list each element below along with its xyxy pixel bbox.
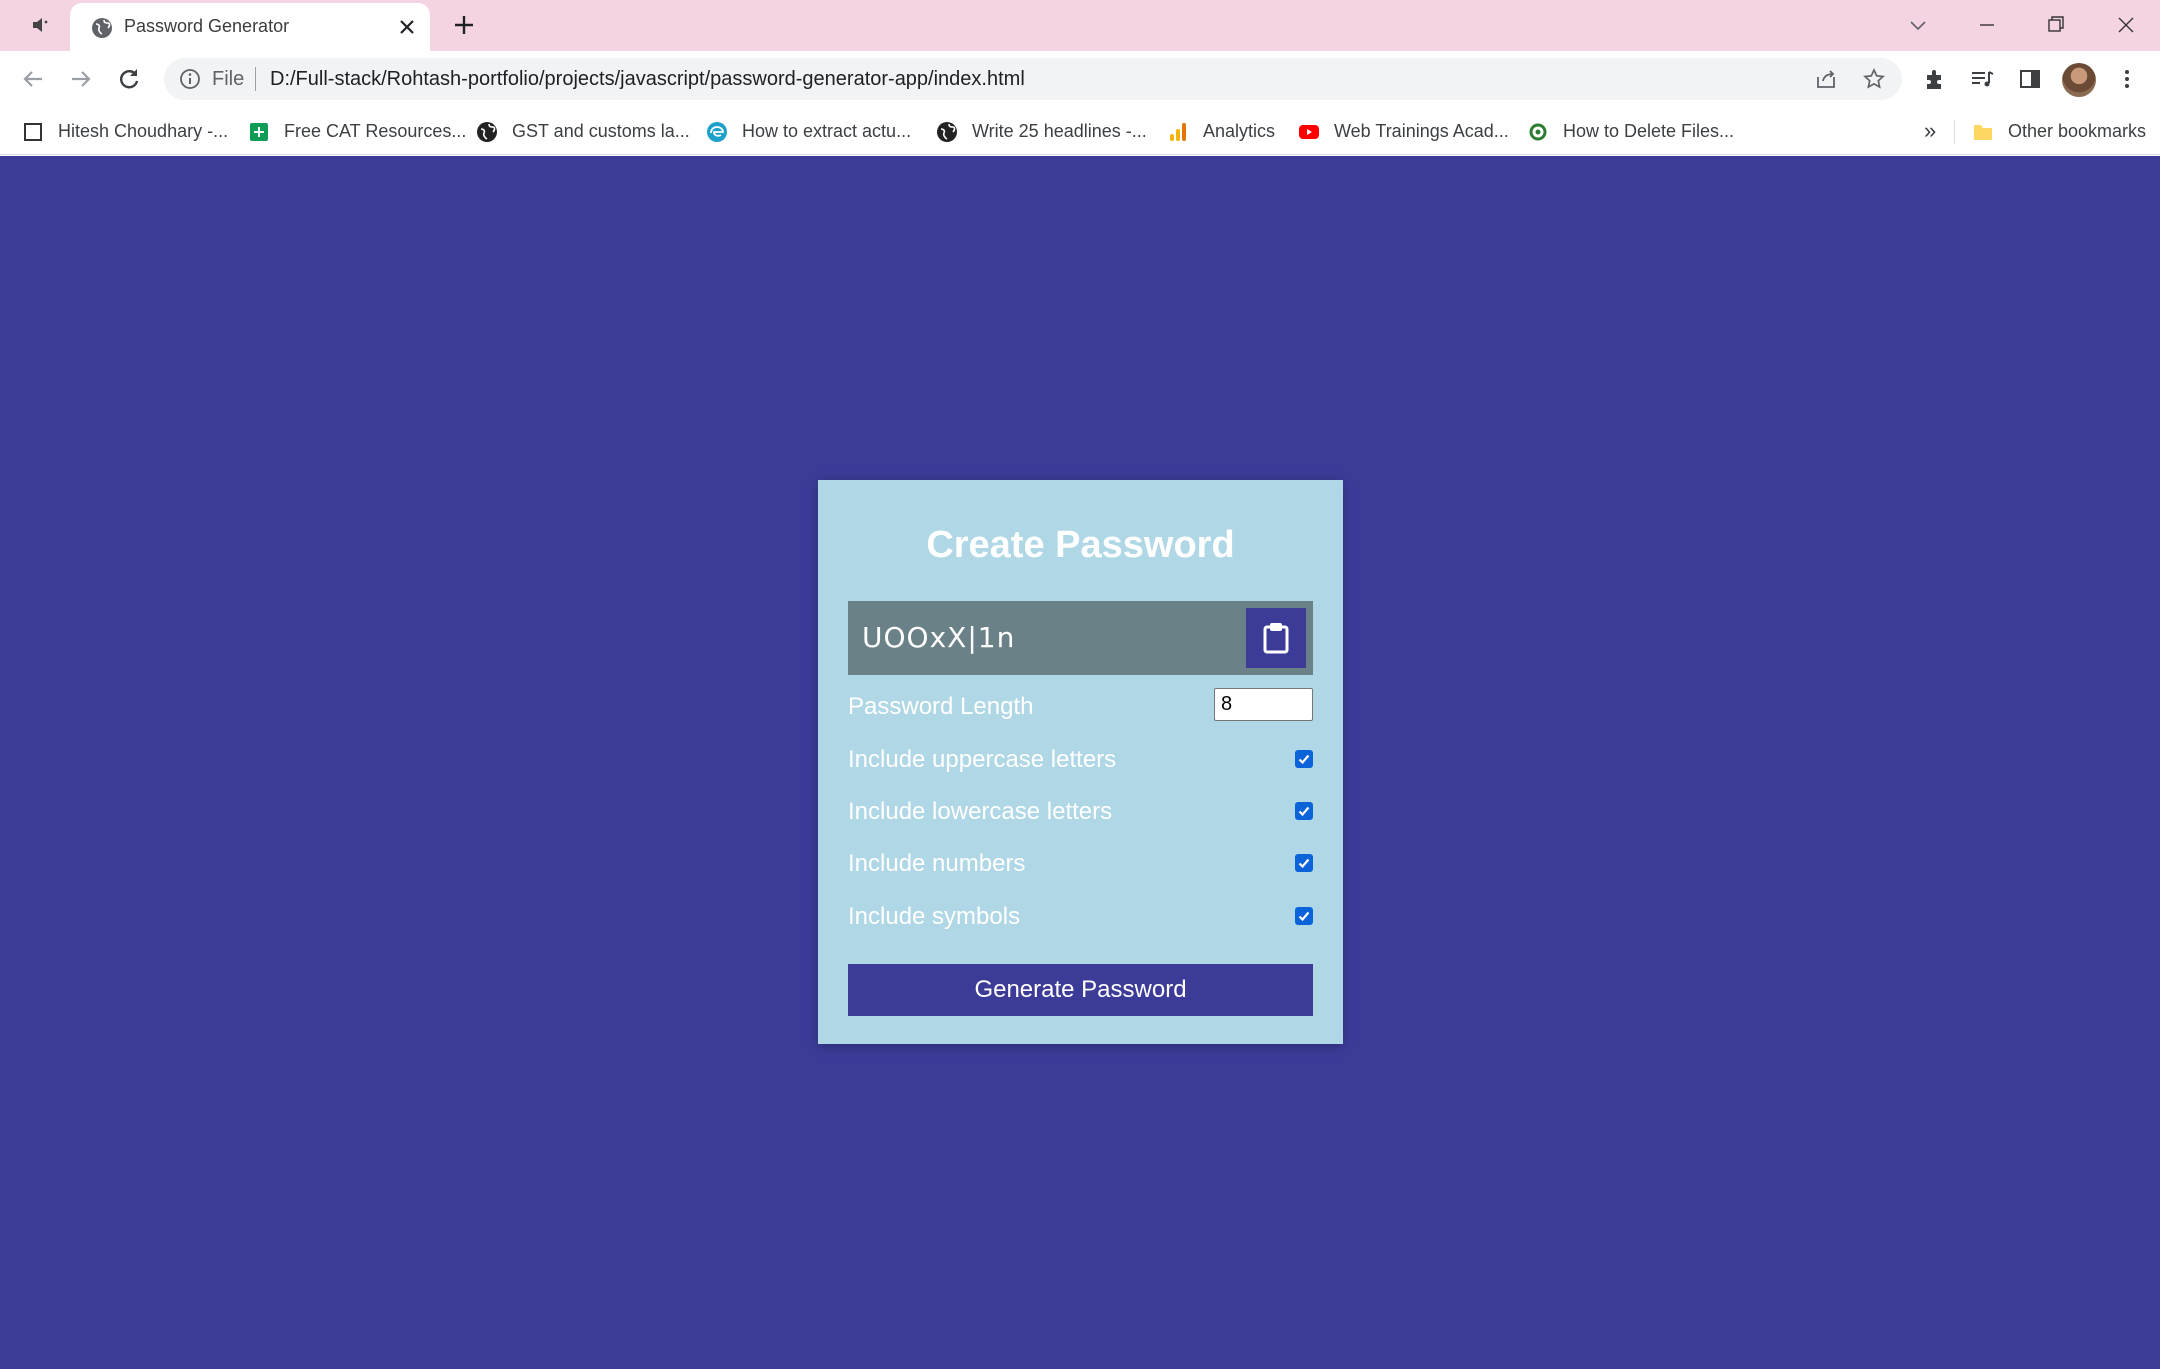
share-icon[interactable]	[1814, 67, 1838, 91]
generate-password-button[interactable]: Generate Password	[848, 964, 1313, 1016]
url-text[interactable]: D:/Full-stack/Rohtash-portfolio/projects…	[270, 68, 1025, 91]
page-viewport: Create Password UOOxX|1n Password Length…	[0, 156, 2160, 1369]
site-info-icon[interactable]	[178, 67, 202, 91]
extensions-puzzle-icon[interactable]	[1920, 64, 1950, 94]
bookmark-item[interactable]: Write 25 headlines -...	[936, 108, 1147, 155]
bookmark-label: Web Trainings Acad...	[1334, 121, 1509, 141]
browser-toolbar: File D:/Full-stack/Rohtash-portfolio/pro…	[0, 51, 2160, 108]
other-bookmarks[interactable]: Other bookmarks	[1972, 108, 2146, 155]
uppercase-checkbox[interactable]	[1295, 750, 1313, 768]
media-playlist-icon[interactable]	[1967, 64, 1997, 94]
back-arrow-icon[interactable]	[17, 63, 49, 95]
minimize-icon[interactable]	[1972, 10, 2002, 40]
clipboard-icon	[1263, 623, 1289, 654]
bookmark-item[interactable]: Free CAT Resources...	[248, 108, 466, 155]
generated-password[interactable]: UOOxX|1n	[862, 621, 1015, 654]
bookmark-label: Write 25 headlines -...	[972, 121, 1147, 141]
scheme-divider	[255, 67, 256, 91]
forward-arrow-icon[interactable]	[65, 63, 97, 95]
symbols-label: Include symbols	[848, 903, 1021, 930]
close-tab-icon[interactable]	[396, 16, 418, 38]
bookmark-item[interactable]: How to Delete Files...	[1527, 108, 1734, 155]
tab-strip: Password Generator	[0, 0, 2160, 51]
bookmark-label: Hitesh Choudhary -...	[58, 121, 229, 141]
bookmark-label: Free CAT Resources...	[284, 121, 467, 141]
password-length-input[interactable]	[1214, 688, 1313, 721]
tab-title: Password Generator	[124, 16, 290, 36]
copy-to-clipboard-button[interactable]	[1246, 608, 1306, 668]
numbers-label: Include numbers	[848, 850, 1026, 877]
youtube-icon	[1298, 121, 1320, 143]
globe-icon	[476, 121, 498, 143]
edge-icon	[706, 121, 728, 143]
password-length-label: Password Length	[848, 693, 1034, 720]
address-bar[interactable]: File D:/Full-stack/Rohtash-portfolio/pro…	[164, 58, 1902, 100]
numbers-checkbox[interactable]	[1295, 854, 1313, 872]
mute-audio-icon[interactable]	[30, 14, 56, 36]
page-icon	[22, 121, 44, 143]
bookmark-item[interactable]: Analytics	[1167, 108, 1275, 155]
setting-symbols: Include symbols	[848, 896, 1313, 936]
active-tab[interactable]: Password Generator	[70, 3, 430, 51]
bookmark-item[interactable]: Hitesh Choudhary -...	[22, 108, 228, 155]
green-circle-icon	[1527, 121, 1549, 143]
page-title: Create Password	[926, 524, 1235, 566]
bookmark-label: How to Delete Files...	[1563, 121, 1735, 141]
bookmark-label: Analytics	[1203, 121, 1276, 141]
globe-icon	[936, 121, 958, 143]
bookmark-star-icon[interactable]	[1862, 67, 1886, 91]
reload-icon[interactable]	[113, 63, 145, 95]
lowercase-checkbox[interactable]	[1295, 802, 1313, 820]
folder-icon	[1972, 121, 1994, 143]
uppercase-label: Include uppercase letters	[848, 746, 1117, 773]
bookmarks-bar: Hitesh Choudhary -... Free CAT Resources…	[0, 108, 2160, 155]
bookmark-item[interactable]: Web Trainings Acad...	[1298, 108, 1509, 155]
side-panel-icon[interactable]	[2015, 64, 2045, 94]
bookmark-label: How to extract actu...	[742, 121, 912, 141]
bookmark-label: GST and customs la...	[512, 121, 690, 141]
profile-avatar[interactable]	[2062, 63, 2096, 97]
bookmarks-divider	[1954, 120, 1955, 144]
bookmarks-overflow-button[interactable]: »	[1924, 118, 1936, 144]
bookmark-item[interactable]: How to extract actu...	[706, 108, 911, 155]
close-window-icon[interactable]	[2111, 10, 2141, 40]
restore-icon[interactable]	[2041, 10, 2071, 40]
new-tab-icon[interactable]	[452, 12, 476, 38]
setting-uppercase: Include uppercase letters	[848, 739, 1313, 779]
password-result-box: UOOxX|1n	[848, 601, 1313, 675]
other-bookmarks-label: Other bookmarks	[2008, 121, 2147, 141]
bookmark-item[interactable]: GST and customs la...	[476, 108, 690, 155]
scheme-label: File	[212, 68, 245, 90]
analytics-icon	[1167, 121, 1189, 143]
more-menu-icon[interactable]	[2112, 64, 2142, 94]
lowercase-label: Include lowercase letters	[848, 798, 1113, 825]
symbols-checkbox[interactable]	[1295, 907, 1313, 925]
globe-icon	[90, 16, 114, 40]
setting-numbers: Include numbers	[848, 843, 1313, 883]
sheets-icon	[248, 121, 270, 143]
tab-search-chevron-icon[interactable]	[1903, 10, 1933, 40]
password-generator-card: Create Password UOOxX|1n Password Length…	[818, 480, 1343, 1044]
setting-password-length: Password Length	[848, 686, 1313, 726]
setting-lowercase: Include lowercase letters	[848, 791, 1313, 831]
